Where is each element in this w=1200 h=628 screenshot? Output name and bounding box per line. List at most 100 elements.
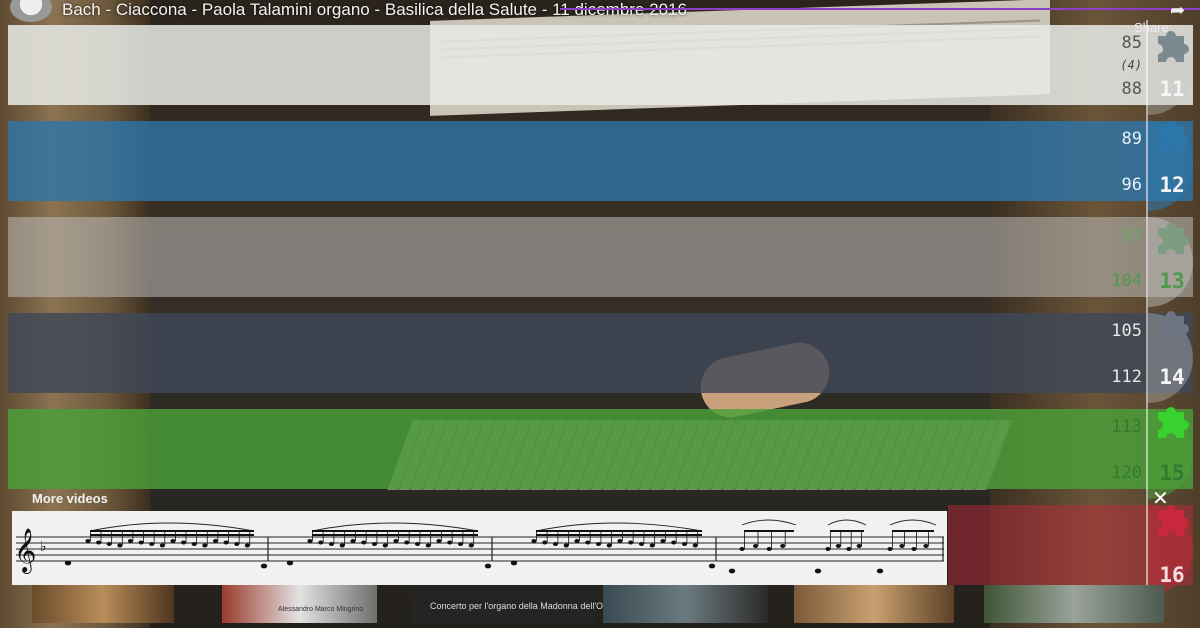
note-head [339,543,345,548]
note-head [457,542,464,546]
note-head [318,540,324,545]
note-head [780,544,786,548]
video-thumbnail[interactable]: Alessandro Marco Mingrino [222,585,377,623]
note-head [835,544,842,548]
measure-sub-11: (4) [1120,58,1142,72]
video-thumbnail[interactable] [984,585,1164,623]
note-head [117,543,123,548]
staff-lines [16,536,944,562]
note-head [671,540,677,545]
note-head [260,563,268,569]
slur [89,522,255,532]
note-head [887,547,893,551]
measure-end-13: 104 [1111,271,1142,291]
video-thumbnail[interactable] [32,585,174,623]
section-number-13[interactable]: 13 [1152,269,1192,293]
note-head [739,547,745,551]
note-head [753,544,759,548]
beam [312,534,478,536]
measure-band-11[interactable] [8,25,1193,105]
note-head [170,539,176,543]
note-head [404,540,410,545]
note-head [638,542,645,546]
beam [892,530,934,532]
note-head [708,563,716,569]
measure-end-14: 112 [1111,367,1142,387]
note-head [876,568,884,574]
beam [90,534,254,536]
note-head [191,542,197,546]
note-head [542,540,548,545]
note-head [307,539,313,543]
puzzle-piece-icon [1158,311,1190,342]
slur [535,522,703,532]
section-number-15[interactable]: 15 [1152,461,1192,485]
note-head [681,542,688,546]
video-top-bar: Bach - Ciaccona - Paola Talamini organo … [0,0,1200,35]
measure-band-14[interactable] [8,313,1193,393]
note-groups [64,519,937,574]
measure-start-12: 89 [1121,129,1142,149]
beam [536,530,702,532]
section-number-11[interactable]: 11 [1152,77,1192,101]
video-thumbnail[interactable] [603,585,768,623]
video-thumbnail[interactable] [794,585,954,623]
note-head [202,543,208,548]
note-head [846,547,852,551]
section-number-12[interactable]: 12 [1152,173,1192,197]
treble-clef-icon: 𝄞 [14,528,36,574]
note-head [436,539,442,543]
section-number-14[interactable]: 14 [1152,365,1192,389]
more-videos-thumbnails: Alessandro Marco Mingrino Concerto per l… [32,585,1167,623]
beam [830,530,864,532]
note-head [856,544,862,548]
puzzle-piece-icon [1158,121,1190,152]
note-head [468,543,474,548]
beam [90,530,254,532]
channel-avatar[interactable] [10,0,52,22]
note-head [382,543,388,548]
note-head [574,539,580,543]
note-head [212,539,219,543]
measure-band-15[interactable] [8,409,1193,489]
note-head [628,540,634,545]
video-thumbnail[interactable]: Concerto per l'organo della Madonna dell… [412,585,614,623]
note-head [484,563,492,569]
note-head [181,540,187,545]
note-head [138,540,144,545]
measure-band-12[interactable] [8,121,1193,201]
note-head [361,540,367,545]
close-icon[interactable]: ✕ [1152,486,1169,511]
note-head [617,539,623,543]
sheet-music-strip: 𝄞 ♭ [12,511,947,585]
note-head [923,544,929,548]
note-head [606,543,612,548]
slur [741,519,797,526]
note-head [649,543,655,548]
measure-end-12: 96 [1121,175,1142,195]
note-head [393,539,399,543]
note-head [585,540,591,545]
note-head [106,542,112,546]
video-title[interactable]: Bach - Ciaccona - Paola Talamini organo … [62,0,687,20]
share-arrow-icon[interactable]: ➦ [1170,0,1185,21]
note-head [911,547,917,551]
note-head [414,542,421,546]
note-head [85,539,91,543]
progress-line [560,8,1200,10]
note-head [510,560,518,566]
note-head [223,540,229,545]
measure-end-11: 88 [1121,79,1142,99]
share-button[interactable]: Share [1134,20,1169,35]
note-head [64,560,72,566]
note-head [825,547,831,551]
note-head [563,543,569,548]
puzzle-piece-icon [1158,407,1190,438]
more-videos-label: More videos [32,491,108,506]
note-head [159,543,165,548]
measure-band-13[interactable] [8,217,1193,297]
note-head [447,540,453,545]
beam [536,534,702,536]
section-number-16[interactable]: 16 [1152,563,1192,587]
measure-start-13: 97 [1121,226,1142,246]
